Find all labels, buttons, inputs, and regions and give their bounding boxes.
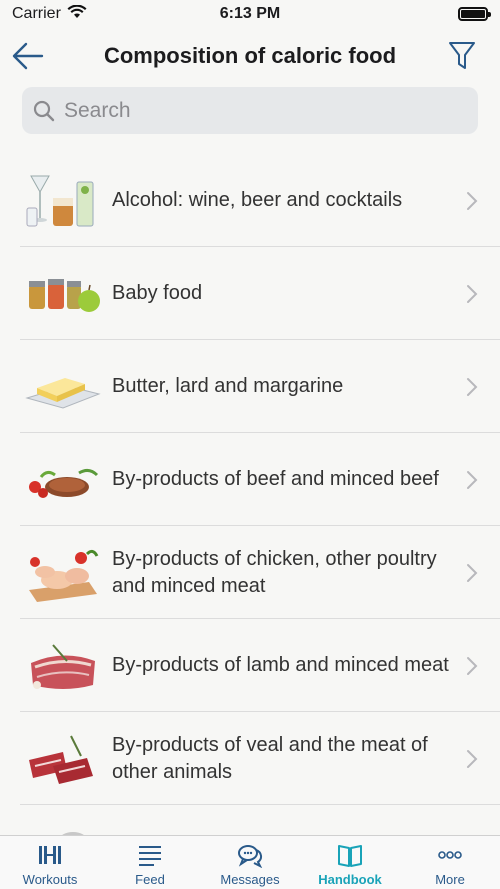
- chevron-right-icon: [467, 377, 478, 396]
- category-label: By-products of veal and the meat of othe…: [112, 733, 428, 783]
- food-image: [22, 819, 102, 835]
- search-input[interactable]: [64, 98, 444, 123]
- category-label: Alcohol: wine, beer and cocktails: [112, 189, 403, 211]
- messages-icon: [238, 845, 263, 868]
- tab-label: Handbook: [318, 872, 382, 887]
- category-list: Alcohol: wine, beer and cocktails Baby f…: [0, 154, 500, 835]
- chevron-right-icon: [467, 284, 478, 303]
- tab-label: More: [435, 872, 465, 887]
- navigation-bar: Composition of caloric food: [0, 28, 500, 84]
- list-item[interactable]: By-products of lamb and minced meat: [0, 619, 500, 712]
- tab-more[interactable]: More: [400, 836, 500, 889]
- chicken-image: [22, 539, 102, 607]
- chevron-right-icon: [467, 563, 478, 582]
- tab-label: Workouts: [22, 872, 78, 887]
- category-label: By-products of lamb and minced meat: [112, 654, 449, 676]
- battery-icon: [458, 7, 491, 21]
- category-label: By-products of chicken, other poultry an…: [112, 547, 437, 597]
- list-item[interactable]: By-products of beef and minced beef: [0, 433, 500, 526]
- chevron-right-icon: [467, 656, 478, 675]
- list-item-partial[interactable]: [0, 805, 500, 835]
- list-item[interactable]: Butter, lard and margarine: [0, 340, 500, 433]
- category-label: Butter, lard and margarine: [112, 375, 344, 397]
- lamb-image: [22, 632, 102, 700]
- filter-button[interactable]: [442, 36, 482, 76]
- tab-feed[interactable]: Feed: [100, 836, 200, 889]
- tab-label: Messages: [220, 872, 280, 887]
- filter-icon: [449, 42, 475, 69]
- search-bar[interactable]: [22, 87, 478, 134]
- butter-image: [22, 353, 102, 421]
- tab-workouts[interactable]: Workouts: [0, 836, 100, 889]
- list-item[interactable]: Baby food: [0, 247, 500, 340]
- tab-bar: Workouts Feed Messages Handbook More: [0, 835, 500, 889]
- book-icon: [338, 845, 362, 867]
- search-icon: [33, 100, 55, 121]
- baby-food-image: [22, 260, 102, 328]
- feed-icon: [139, 846, 161, 866]
- beef-image: [22, 446, 102, 514]
- carrier-label: Carrier: [12, 5, 61, 22]
- tab-handbook[interactable]: Handbook: [300, 836, 400, 889]
- tab-label: Feed: [135, 872, 165, 887]
- status-bar: Carrier 6:13 PM: [0, 0, 500, 28]
- back-arrow-icon: [12, 42, 44, 70]
- dumbbell-icon: [39, 846, 61, 864]
- tab-messages[interactable]: Messages: [200, 836, 300, 889]
- chevron-right-icon: [467, 470, 478, 489]
- category-label: By-products of beef and minced beef: [112, 468, 439, 490]
- list-item[interactable]: By-products of veal and the meat of othe…: [0, 712, 500, 805]
- veal-image: [22, 725, 102, 793]
- list-item[interactable]: By-products of chicken, other poultry an…: [0, 526, 500, 619]
- more-icon: [438, 851, 462, 859]
- list-item[interactable]: Alcohol: wine, beer and cocktails: [0, 154, 500, 247]
- back-button[interactable]: [8, 36, 48, 76]
- category-label: Baby food: [112, 282, 203, 304]
- chevron-right-icon: [467, 749, 478, 768]
- chevron-right-icon: [467, 191, 478, 210]
- alcohol-image: [22, 167, 102, 235]
- page-title: Composition of caloric food: [103, 43, 397, 68]
- wifi-icon: [67, 4, 87, 24]
